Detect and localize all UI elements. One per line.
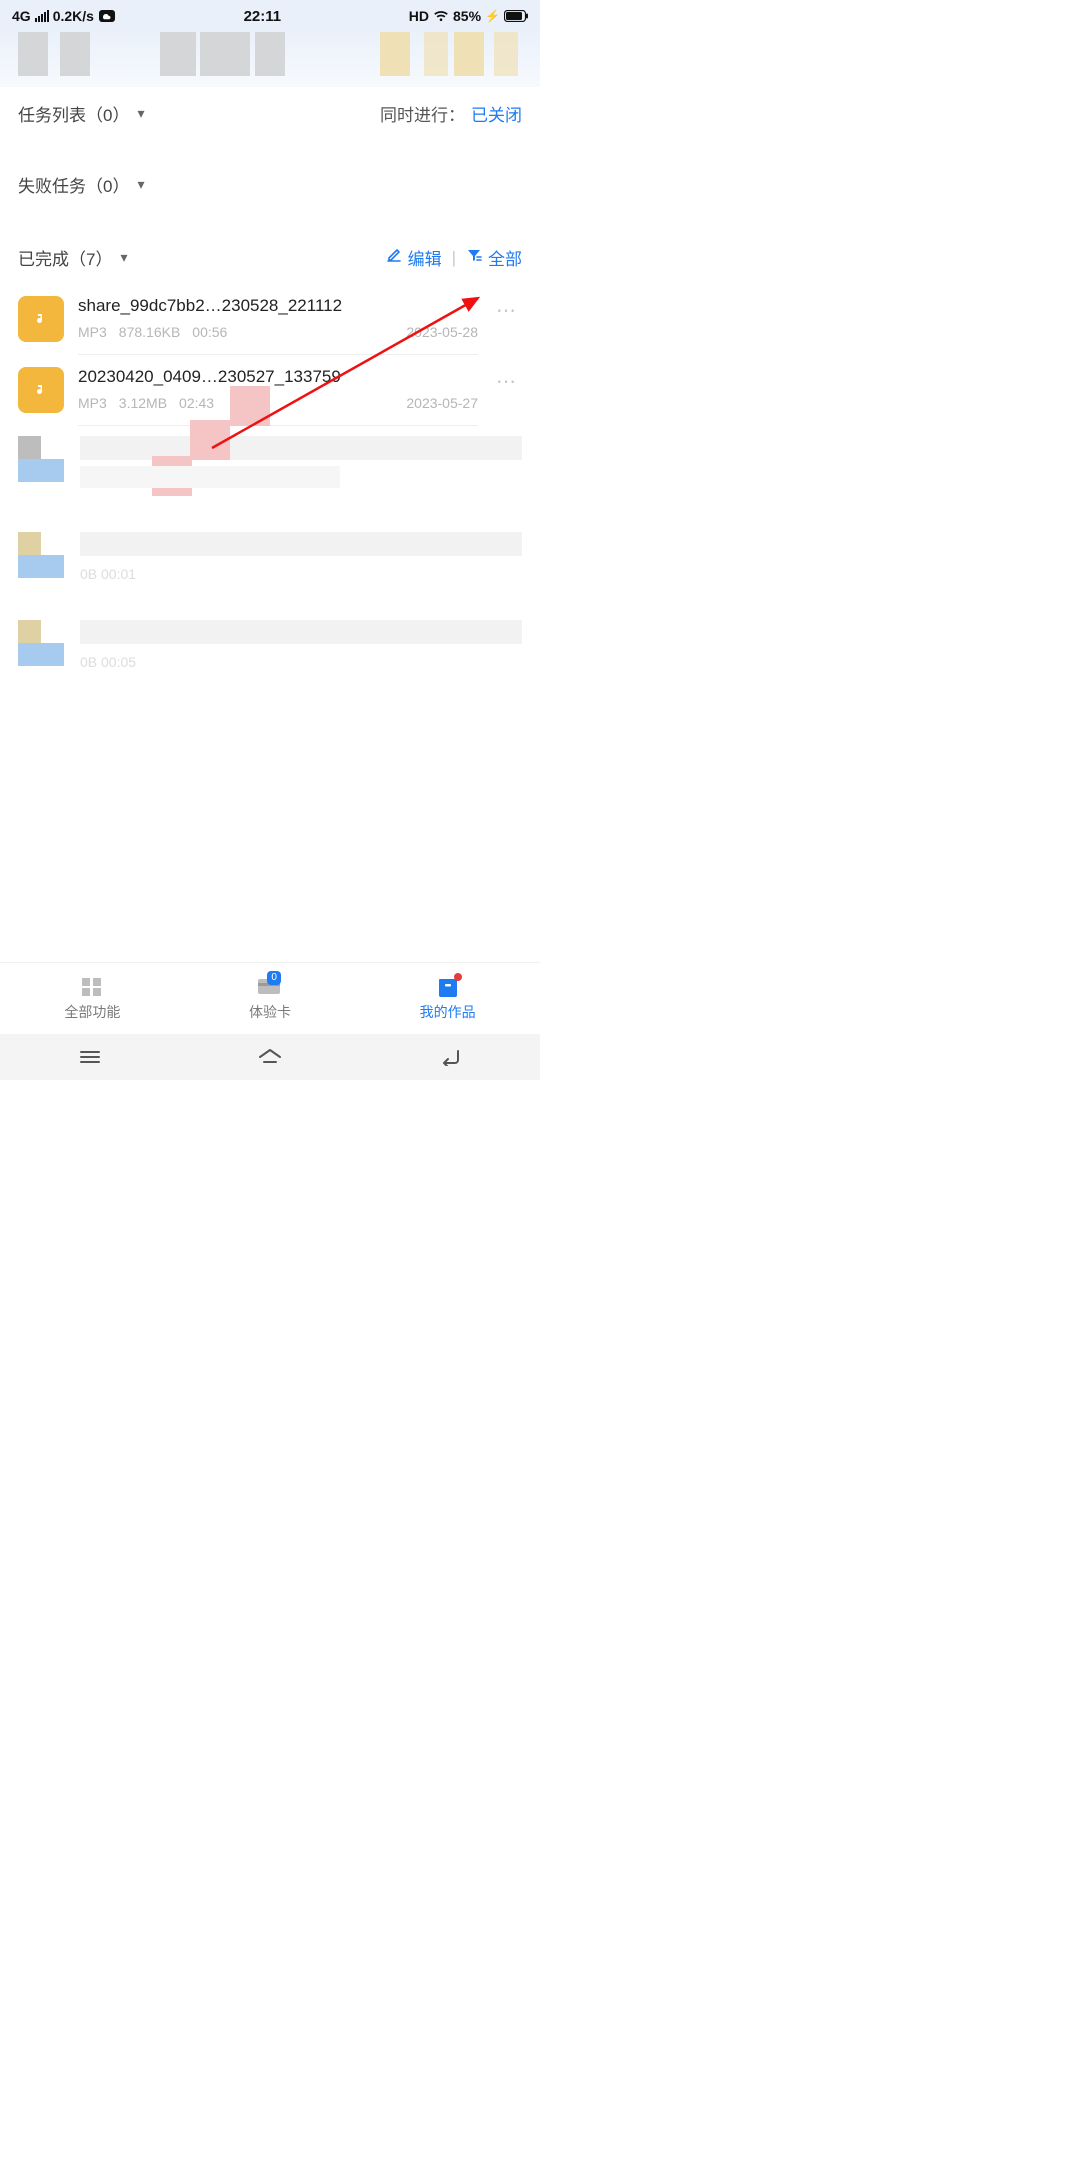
concurrent-toggle[interactable]: 同时进行： 已关闭 bbox=[380, 101, 522, 126]
tab-label: 全部功能 bbox=[64, 1002, 120, 1022]
back-button[interactable] bbox=[435, 1042, 465, 1072]
android-nav-bar bbox=[0, 1034, 540, 1080]
header-banner-redacted bbox=[0, 32, 540, 87]
recent-apps-button[interactable] bbox=[75, 1042, 105, 1072]
tab-trial-card[interactable]: 0 体验卡 bbox=[249, 975, 291, 1022]
list-item-redacted bbox=[0, 426, 540, 522]
completed-label: 已完成（7） bbox=[18, 245, 112, 270]
tab-label: 体验卡 bbox=[249, 1002, 291, 1022]
list-item[interactable]: share_99dc7bb2…230528_221112 MP3 878.16K… bbox=[0, 284, 540, 355]
file-date: 2023-05-28 bbox=[406, 324, 478, 340]
file-meta-redacted: 0B 00:01 bbox=[80, 566, 136, 582]
wifi-icon bbox=[433, 10, 449, 22]
chevron-down-icon: ▾ bbox=[137, 105, 144, 122]
network-type: 4G bbox=[12, 8, 31, 24]
bottom-tab-bar: 全部功能 0 体验卡 我的作品 bbox=[0, 962, 540, 1034]
music-file-icon bbox=[18, 367, 64, 413]
edit-icon[interactable] bbox=[386, 247, 402, 268]
filter-all-button[interactable]: 全部 bbox=[488, 245, 522, 270]
signal-icon bbox=[35, 10, 49, 22]
tasks-section-header[interactable]: 任务列表（0） ▾ 同时进行： 已关闭 bbox=[0, 87, 540, 140]
concurrent-label: 同时进行： bbox=[380, 101, 465, 126]
file-date: 2023-05-27 bbox=[406, 395, 478, 411]
separator: | bbox=[452, 248, 456, 268]
chevron-down-icon: ▾ bbox=[137, 176, 144, 193]
edit-button[interactable]: 编辑 bbox=[408, 245, 442, 270]
list-item[interactable]: 20230420_0409…230527_133759 MP3 3.12MB 0… bbox=[0, 355, 540, 426]
file-meta-redacted: 0B 00:05 bbox=[80, 654, 136, 670]
list-item-redacted: 0B 00:05 bbox=[0, 610, 540, 698]
tab-all-functions[interactable]: 全部功能 bbox=[64, 975, 120, 1022]
failed-section-header[interactable]: 失败任务（0） ▾ bbox=[0, 158, 540, 211]
concurrent-value: 已关闭 bbox=[471, 101, 522, 126]
file-name: share_99dc7bb2…230528_221112 bbox=[78, 296, 478, 316]
cloud-icon bbox=[98, 9, 116, 23]
chevron-down-icon: ▾ bbox=[120, 249, 127, 266]
file-size: 3.12MB bbox=[119, 395, 167, 411]
grid-icon bbox=[78, 975, 106, 999]
tab-label: 我的作品 bbox=[420, 1002, 476, 1022]
music-file-icon bbox=[18, 296, 64, 342]
clock: 22:11 bbox=[244, 8, 282, 25]
file-name: 20230420_0409…230527_133759 bbox=[78, 367, 478, 387]
badge-dot bbox=[454, 973, 462, 981]
status-bar: 4G 0.2K/s 22:11 HD 85% ⚡ bbox=[0, 0, 540, 32]
filter-icon[interactable] bbox=[466, 247, 482, 268]
network-speed: 0.2K/s bbox=[53, 8, 94, 24]
charging-icon: ⚡ bbox=[485, 9, 500, 23]
file-list: share_99dc7bb2…230528_221112 MP3 878.16K… bbox=[0, 284, 540, 962]
list-item-redacted: 0B 00:01 bbox=[0, 522, 540, 610]
home-button[interactable] bbox=[255, 1042, 285, 1072]
file-type: MP3 bbox=[78, 395, 107, 411]
badge-count: 0 bbox=[267, 971, 281, 985]
battery-percent: 85% bbox=[453, 8, 481, 24]
more-icon[interactable]: ⋯ bbox=[492, 369, 522, 394]
file-duration: 00:56 bbox=[192, 324, 227, 340]
hd-indicator: HD bbox=[409, 8, 429, 24]
file-type: MP3 bbox=[78, 324, 107, 340]
failed-label: 失败任务（0） bbox=[18, 172, 129, 197]
battery-icon bbox=[504, 10, 528, 22]
tasks-label: 任务列表（0） bbox=[18, 101, 129, 126]
more-icon[interactable]: ⋯ bbox=[492, 298, 522, 323]
file-size: 878.16KB bbox=[119, 324, 181, 340]
completed-section-header[interactable]: 已完成（7） ▾ 编辑 | 全部 bbox=[0, 223, 540, 284]
file-duration: 02:43 bbox=[179, 395, 214, 411]
tab-my-works[interactable]: 我的作品 bbox=[420, 975, 476, 1022]
